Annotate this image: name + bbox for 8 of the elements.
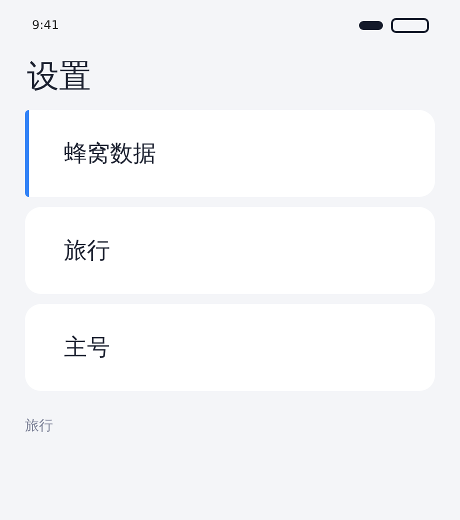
section-caption: 旅行 [25, 417, 54, 435]
status-time: 9:41 [32, 18, 59, 32]
signal-pill-icon [359, 20, 383, 30]
page-title: 设置 [27, 56, 92, 96]
settings-item[interactable]: 蜂窝数据 [25, 110, 435, 197]
settings-item[interactable]: 主号 [25, 304, 435, 391]
settings-item[interactable]: 旅行 [25, 207, 435, 294]
battery-icon [391, 18, 429, 32]
